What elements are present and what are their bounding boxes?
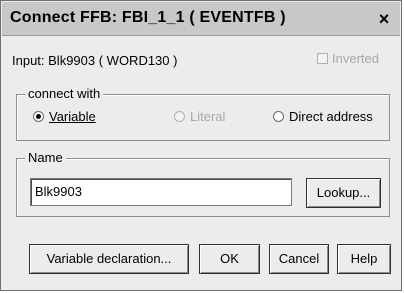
title-bar: Connect FFB: FBI_1_1 ( EVENTFB ) × (2, 2, 400, 36)
radio-literal-button[interactable] (174, 111, 185, 122)
inverted-label: Inverted (332, 51, 379, 66)
radio-variable[interactable]: Variable (33, 109, 96, 124)
help-button[interactable]: Help (337, 244, 391, 274)
close-icon[interactable]: × (372, 9, 396, 29)
inverted-checkbox-box[interactable] (317, 53, 328, 64)
variable-declaration-button[interactable]: Variable declaration... (29, 244, 189, 274)
connect-with-legend: connect with (25, 86, 104, 101)
radio-direct-address-label: Direct address (289, 109, 373, 124)
ok-button[interactable]: OK (199, 244, 260, 274)
radio-variable-label: Variable (49, 109, 96, 124)
radio-direct-address-button[interactable] (273, 111, 284, 122)
lookup-button[interactable]: Lookup... (306, 178, 381, 208)
cancel-button[interactable]: Cancel (269, 244, 329, 274)
inverted-checkbox[interactable]: Inverted (317, 51, 379, 66)
radio-direct-address[interactable]: Direct address (273, 109, 373, 124)
radio-variable-button[interactable] (33, 111, 44, 122)
input-info-label: Input: Blk9903 ( WORD130 ) (12, 53, 178, 68)
name-input[interactable]: Blk9903 (30, 178, 292, 206)
radio-literal-label: Literal (190, 109, 226, 124)
dialog-title: Connect FFB: FBI_1_1 ( EVENTFB ) (10, 9, 286, 26)
radio-literal[interactable]: Literal (174, 109, 225, 124)
name-legend: Name (25, 150, 66, 165)
connect-ffb-dialog: Connect FFB: FBI_1_1 ( EVENTFB ) × Input… (0, 0, 402, 291)
